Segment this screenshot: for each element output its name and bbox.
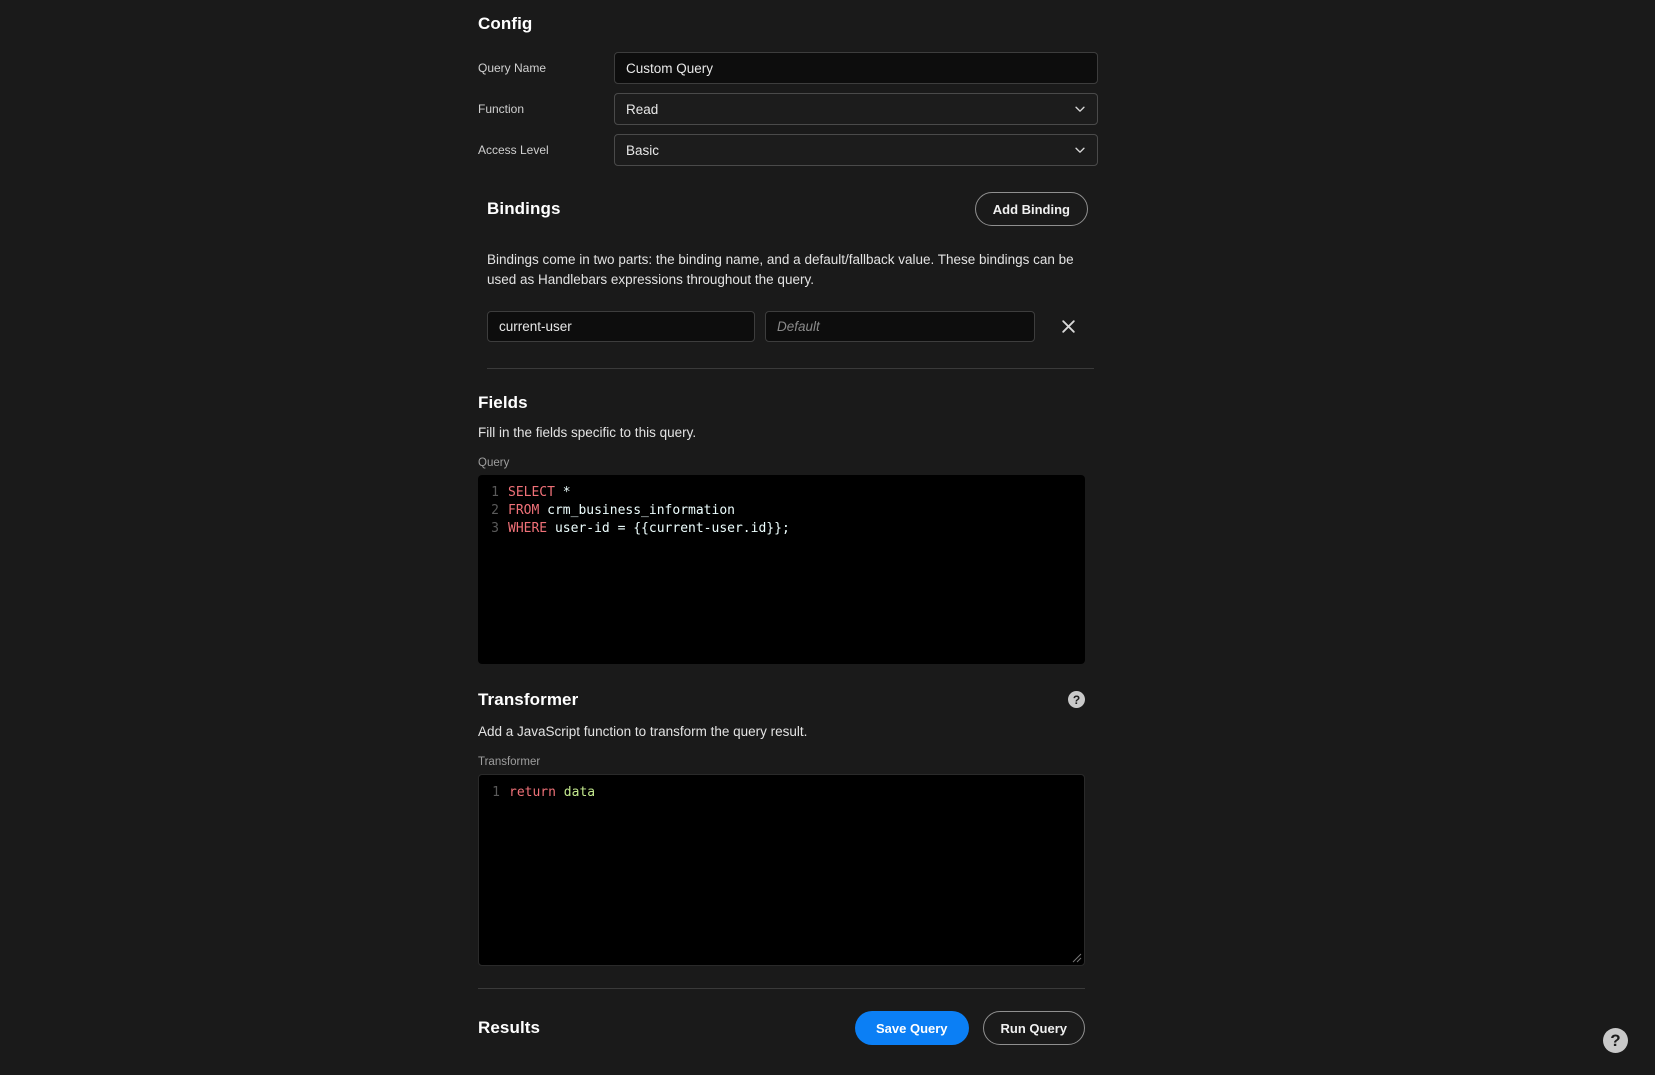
access-level-select-value: Basic [626, 143, 659, 158]
fields-heading: Fields [478, 393, 1098, 413]
footer-bar: Results Save Query Run Query [478, 1011, 1085, 1045]
line-number: 1 [479, 784, 509, 802]
access-level-select[interactable]: Basic [614, 134, 1098, 166]
function-select-value: Read [626, 102, 658, 117]
line-number: 3 [478, 520, 508, 538]
form-row-query-name: Query Name [478, 52, 1098, 84]
help-circle-icon[interactable]: ? [1068, 691, 1085, 708]
code-line: 1return data [479, 784, 1084, 802]
code-text: return data [509, 784, 595, 802]
transformer-section: Transformer ? Add a JavaScript function … [478, 690, 1098, 966]
bindings-section: Bindings Add Binding Bindings come in tw… [478, 192, 1098, 369]
code-line: 3WHERE user-id = {{current-user.id}}; [478, 520, 1085, 538]
fields-description: Fill in the fields specific to this quer… [478, 423, 1098, 443]
bindings-heading: Bindings [487, 199, 561, 219]
query-editor-panel: Config Query Name Function Read Access L… [478, 0, 1098, 1045]
code-line: 1SELECT * [478, 484, 1085, 502]
function-field-wrap: Read [614, 93, 1098, 125]
access-level-label: Access Level [478, 143, 614, 157]
function-select[interactable]: Read [614, 93, 1098, 125]
function-label: Function [478, 102, 614, 116]
code-line: 2FROM crm_business_information [478, 502, 1085, 520]
footer-divider [478, 988, 1085, 989]
binding-name-input[interactable] [487, 311, 755, 342]
resize-handle-icon[interactable] [1072, 953, 1082, 963]
transformer-code-lines: 1return data [479, 784, 1084, 802]
query-name-label: Query Name [478, 61, 614, 75]
code-text: WHERE user-id = {{current-user.id}}; [508, 520, 790, 538]
config-heading: Config [478, 14, 1098, 34]
line-number: 2 [478, 502, 508, 520]
close-icon [1060, 318, 1077, 335]
query-name-input[interactable] [614, 52, 1098, 84]
transformer-code-editor[interactable]: 1return data [478, 774, 1085, 966]
remove-binding-button[interactable] [1055, 313, 1081, 339]
access-level-field-wrap: Basic [614, 134, 1098, 166]
query-code-label: Query [478, 457, 1098, 469]
bindings-header: Bindings Add Binding [487, 192, 1098, 226]
fields-section: Fields Fill in the fields specific to th… [478, 393, 1098, 664]
help-circle-icon[interactable]: ? [1603, 1028, 1628, 1053]
code-text: SELECT * [508, 484, 571, 502]
code-text: FROM crm_business_information [508, 502, 735, 520]
chevron-down-icon [1073, 102, 1087, 116]
binding-row [487, 311, 1098, 342]
query-code-editor[interactable]: 1SELECT *2FROM crm_business_information3… [478, 475, 1085, 664]
footer-actions: Save Query Run Query [855, 1011, 1085, 1045]
bindings-divider [487, 368, 1094, 369]
save-query-button[interactable]: Save Query [855, 1011, 969, 1045]
run-query-button[interactable]: Run Query [983, 1011, 1085, 1045]
query-name-field-wrap [614, 52, 1098, 84]
transformer-header: Transformer ? [478, 690, 1085, 710]
binding-name-wrap [487, 311, 755, 342]
transformer-description: Add a JavaScript function to transform t… [478, 722, 1098, 742]
bindings-description: Bindings come in two parts: the binding … [487, 250, 1083, 291]
query-editor-page: Config Query Name Function Read Access L… [0, 0, 1655, 1075]
binding-default-input[interactable] [765, 311, 1035, 342]
line-number: 1 [478, 484, 508, 502]
form-row-function: Function Read [478, 93, 1098, 125]
chevron-down-icon [1073, 143, 1087, 157]
add-binding-button[interactable]: Add Binding [975, 192, 1088, 226]
binding-default-wrap [765, 311, 1035, 342]
form-row-access-level: Access Level Basic [478, 134, 1098, 166]
results-heading: Results [478, 1018, 540, 1038]
transformer-code-label: Transformer [478, 756, 1098, 768]
query-code-lines: 1SELECT *2FROM crm_business_information3… [478, 484, 1085, 538]
transformer-heading: Transformer [478, 690, 578, 710]
